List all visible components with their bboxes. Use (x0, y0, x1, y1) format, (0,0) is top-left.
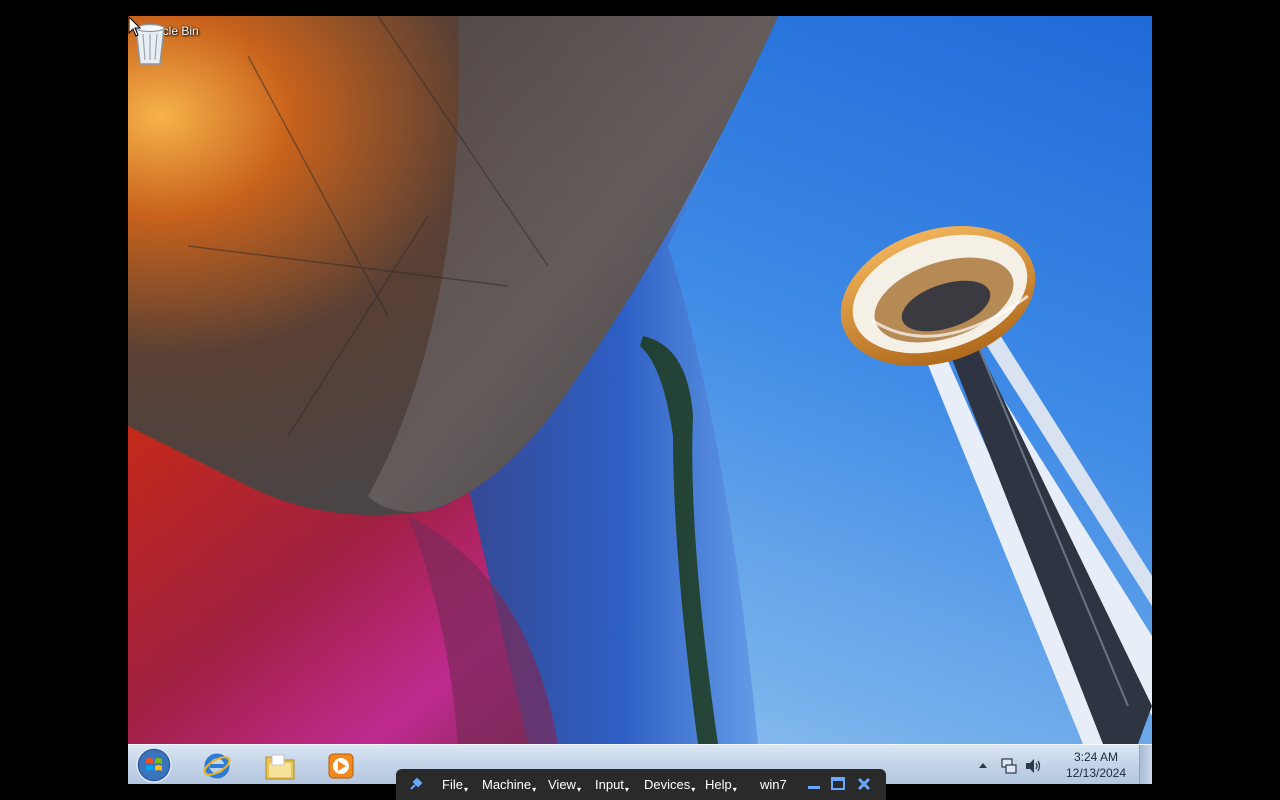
pin-icon[interactable] (408, 776, 424, 792)
space-needle-graphic (840, 226, 1152, 744)
show-hidden-icons-icon[interactable] (978, 761, 988, 769)
mouse-cursor-icon (128, 16, 142, 37)
taskbar-internet-explorer[interactable] (188, 747, 244, 783)
menu-view[interactable]: View▾ (548, 777, 581, 794)
minimize-icon[interactable] (806, 776, 822, 792)
wallpaper-image (128, 16, 1152, 744)
internet-explorer-icon (203, 753, 231, 779)
clock-time: 3:24 AM (1073, 750, 1119, 764)
clock-date: 12/13/2024 (1065, 766, 1127, 780)
menu-machine[interactable]: Machine▾ (482, 777, 536, 794)
menu-help-label: Help (705, 777, 732, 792)
menu-input-label: Input (595, 777, 624, 792)
menu-file-label: File (442, 777, 463, 792)
taskbar-windows-explorer[interactable] (250, 747, 306, 783)
folder-icon (265, 754, 295, 780)
windows-start-orb-icon (136, 747, 172, 783)
menu-file[interactable]: File▾ (442, 777, 468, 794)
machine-name: win7 (760, 777, 787, 792)
menu-devices-label: Devices (644, 777, 691, 792)
start-button[interactable] (134, 746, 174, 784)
restore-icon[interactable] (830, 776, 846, 792)
guest-screen: Recycle Bin 3:24 AM 12/13/2024 (128, 16, 1152, 784)
network-icon[interactable] (1000, 757, 1018, 775)
menu-help[interactable]: Help▾ (705, 777, 737, 794)
close-icon[interactable] (856, 776, 872, 792)
recycle-bin-shortcut[interactable]: Recycle Bin (132, 22, 202, 65)
menu-machine-label: Machine (482, 777, 532, 792)
system-clock[interactable]: 3:24 AM 12/13/2024 (1060, 749, 1132, 781)
menu-devices[interactable]: Devices▾ (644, 777, 695, 794)
virtualbox-mini-toolbar: File▾ Machine▾ View▾ Input▾ Devices▾ Hel… (396, 769, 886, 800)
media-player-icon (328, 753, 354, 779)
taskbar-media-player[interactable] (312, 747, 368, 783)
volume-icon[interactable] (1024, 757, 1042, 775)
menu-input[interactable]: Input▾ (595, 777, 629, 794)
menu-view-label: View (548, 777, 576, 792)
notification-area: 3:24 AM 12/13/2024 (978, 745, 1138, 784)
show-desktop-button[interactable] (1139, 745, 1152, 784)
desktop-wallpaper[interactable]: Recycle Bin (128, 16, 1152, 744)
